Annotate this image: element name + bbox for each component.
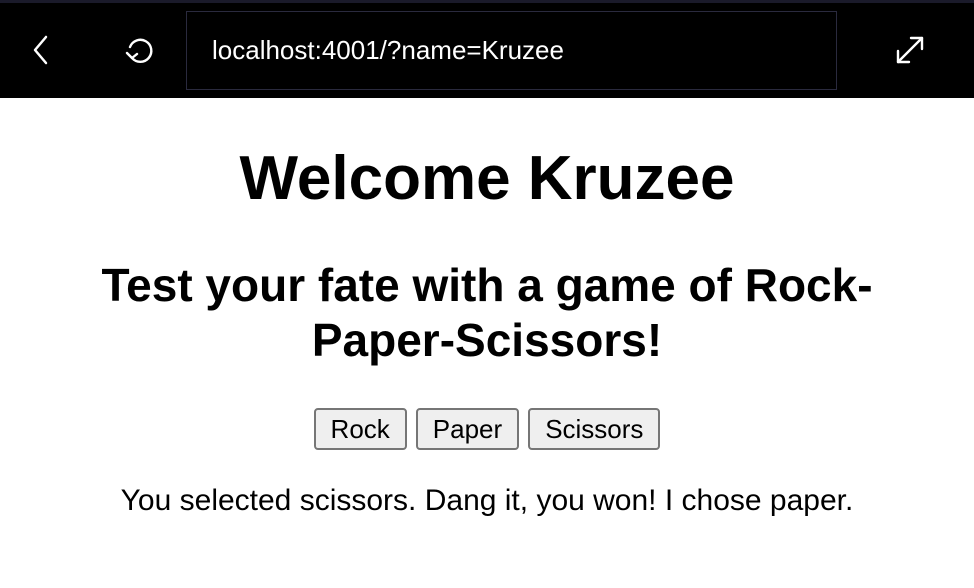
chevron-left-icon [33, 35, 48, 65]
address-bar-input[interactable] [186, 11, 837, 90]
browser-toolbar [0, 0, 974, 98]
choice-buttons: Rock Paper Scissors [0, 408, 974, 450]
paper-button[interactable]: Paper [415, 408, 520, 450]
result-message: You selected scissors. Dang it, you won!… [120, 484, 854, 517]
rock-button[interactable]: Rock [313, 408, 407, 450]
expand-icon [896, 36, 924, 64]
expand-button[interactable] [886, 26, 934, 74]
page-subtitle: Test your fate with a game of Rock-Paper… [101, 259, 873, 366]
back-button[interactable] [17, 26, 65, 74]
page-content: Welcome Kruzee Test your fate with a gam… [0, 98, 974, 588]
scissors-button[interactable]: Scissors [528, 408, 661, 450]
reload-button[interactable] [115, 26, 163, 74]
reload-icon [125, 38, 153, 63]
page-title: Welcome Kruzee [239, 144, 735, 213]
